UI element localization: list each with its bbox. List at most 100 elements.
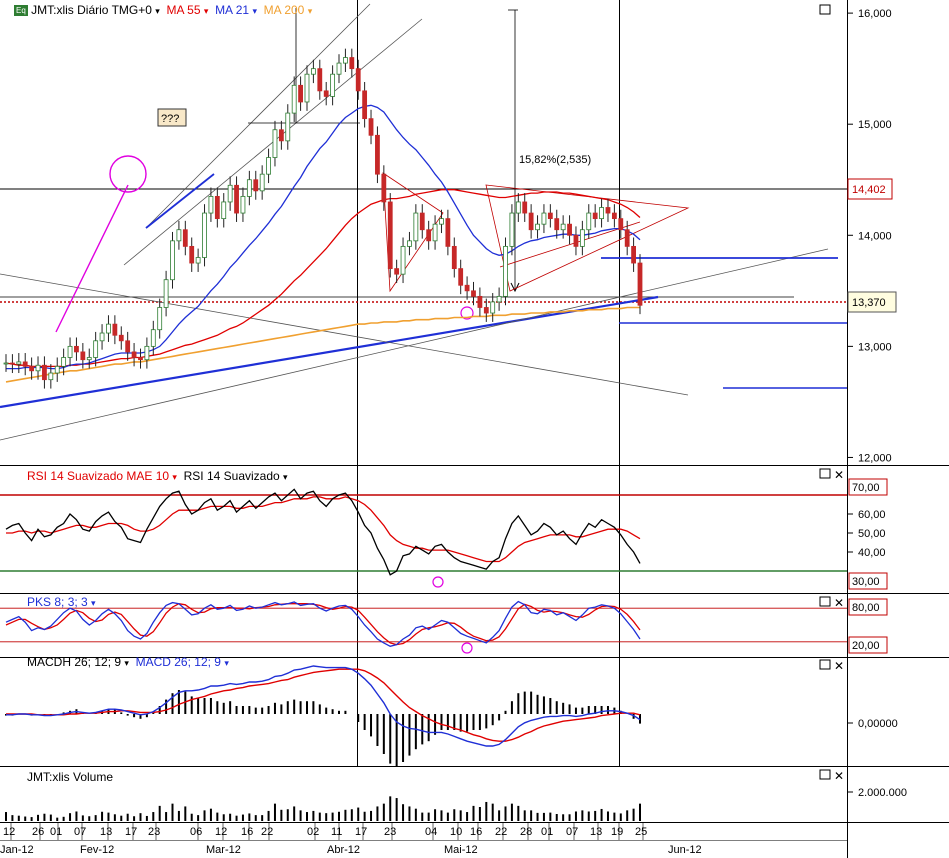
candle-body — [176, 229, 182, 242]
day-label: 13 — [590, 826, 602, 838]
candle-body — [387, 201, 393, 270]
long-uptrend-line — [0, 295, 659, 409]
rsi-close-button[interactable]: ✕ — [834, 468, 844, 482]
ma200-dropdown-icon[interactable]: ▾ — [308, 6, 313, 16]
candle-body — [42, 364, 47, 381]
candle-body — [227, 184, 233, 203]
day-label: 04 — [425, 826, 437, 838]
candle-body — [61, 357, 67, 367]
chart-canvas: 16,000 15,000 14,000 13,000 12,000 60,00 50,0… — [0, 0, 949, 858]
candle-body — [560, 223, 566, 231]
pks-maximize-button[interactable] — [819, 596, 831, 607]
rsi-dropdown-icon[interactable]: ▾ — [283, 472, 288, 482]
candle-body — [221, 201, 227, 220]
candle-body — [291, 84, 297, 114]
volume-label[interactable]: JMT:xlis Volume — [27, 770, 113, 784]
candle-body — [317, 68, 323, 92]
symbol-dropdown-icon[interactable]: ▾ — [155, 6, 160, 16]
candle-body — [10, 362, 15, 365]
macd-legend: MACDH 26; 12; 9 ▾ MACD 26; 12; 9 ▾ — [27, 655, 229, 669]
day-label: 07 — [566, 826, 578, 838]
macd-close-button[interactable]: ✕ — [834, 659, 844, 673]
main-maximize-button[interactable] — [819, 4, 831, 15]
macdh-dropdown-icon[interactable]: ▾ — [124, 658, 129, 668]
candle-body — [310, 68, 316, 75]
candle-body — [246, 179, 252, 197]
question-text: ??? — [161, 113, 179, 125]
price-tick-label: 14,000 — [858, 230, 892, 242]
volume-tick-label: 2.000.000 — [858, 787, 907, 799]
candle-body — [426, 229, 432, 242]
macd-label[interactable]: MACD 26; 12; 9 — [136, 655, 221, 669]
macdh-label[interactable]: MACDH 26; 12; 9 — [27, 655, 121, 669]
rsi-tick-label: 50,00 — [858, 528, 886, 540]
macd-maximize-button[interactable] — [819, 659, 831, 670]
candle-body — [400, 245, 406, 275]
rsi-mae-dropdown-icon[interactable]: ▾ — [172, 472, 177, 482]
rsi-label[interactable]: RSI 14 Suavizado — [184, 469, 280, 483]
candle-body — [285, 112, 291, 142]
ma55-dropdown-icon[interactable]: ▾ — [204, 6, 209, 16]
vertical-separators — [357, 0, 620, 766]
candle-body — [432, 223, 438, 242]
candle-body — [99, 332, 105, 342]
month-label: Fev-12 — [80, 844, 114, 856]
symbol-title[interactable]: JMT:xlis Diário TMG+0 — [31, 3, 152, 17]
rsi-panel: 60,00 50,00 40,00 — [0, 488, 886, 588]
candle-body — [445, 218, 451, 247]
candle-body — [125, 340, 131, 353]
pks-dropdown-icon[interactable]: ▾ — [91, 598, 96, 608]
candle-body — [522, 201, 528, 214]
question-annotation[interactable]: ??? — [157, 108, 187, 127]
ma21-dropdown-icon[interactable]: ▾ — [252, 6, 257, 16]
day-label: 17 — [125, 826, 137, 838]
candle-body — [477, 295, 483, 308]
candle-body — [547, 212, 553, 220]
rsi-level-30-text: 30,00 — [852, 576, 880, 588]
pks-panel — [0, 600, 847, 654]
day-label: 23 — [384, 826, 396, 838]
pks-legend: PKS 8; 3; 3 ▾ — [27, 595, 96, 609]
candle-body — [573, 234, 579, 247]
ma200-label[interactable]: MA 200 — [264, 3, 305, 17]
candle-body — [368, 118, 374, 136]
candle-body — [394, 268, 400, 275]
day-label: 16 — [470, 826, 482, 838]
candle-body — [74, 345, 79, 353]
macd-dropdown-icon[interactable]: ▾ — [224, 658, 229, 668]
rsi-maximize-button[interactable] — [819, 468, 831, 479]
candle-body — [214, 195, 220, 220]
day-label: 22 — [495, 826, 507, 838]
candle-body — [182, 229, 188, 247]
pks-level-80-text: 80,00 — [852, 602, 880, 614]
eq-icon[interactable]: Eq — [14, 5, 28, 17]
candle-body — [362, 90, 368, 120]
ma21-label[interactable]: MA 21 — [215, 3, 249, 17]
candle-body — [330, 73, 336, 97]
candle-body — [381, 173, 387, 203]
rsi-mae-label[interactable]: RSI 14 Suavizado MAE 10 — [27, 469, 169, 483]
day-label: 16 — [241, 826, 253, 838]
pks-magenta-circle — [461, 642, 473, 654]
candle-body — [253, 179, 259, 192]
ma55-label[interactable]: MA 55 — [166, 3, 200, 17]
pks-close-button[interactable]: ✕ — [834, 596, 844, 610]
candle-body — [579, 229, 585, 247]
day-label: 06 — [190, 826, 202, 838]
volume-maximize-button[interactable] — [819, 769, 831, 780]
month-label: Jan-12 — [0, 844, 34, 856]
rsi-line — [5, 488, 641, 576]
candle-body — [343, 57, 348, 64]
pks-label[interactable]: PKS 8; 3; 3 — [27, 595, 88, 609]
day-label: 10 — [450, 826, 462, 838]
month-label: Mai-12 — [444, 844, 478, 856]
candle-body — [413, 212, 419, 242]
month-label: Mar-12 — [206, 844, 241, 856]
volume-close-button[interactable]: ✕ — [834, 769, 844, 783]
candle-body — [54, 365, 60, 374]
candle-body — [67, 345, 73, 358]
candle-body — [3, 362, 9, 365]
pks-level-20-tag: 20,00 — [848, 636, 888, 654]
candle-body — [323, 90, 329, 97]
date-axis: 12 26 01 07 13 17 23 06 12 16 22 02 11 17 23 04 10 16 22 28… — [0, 823, 847, 856]
